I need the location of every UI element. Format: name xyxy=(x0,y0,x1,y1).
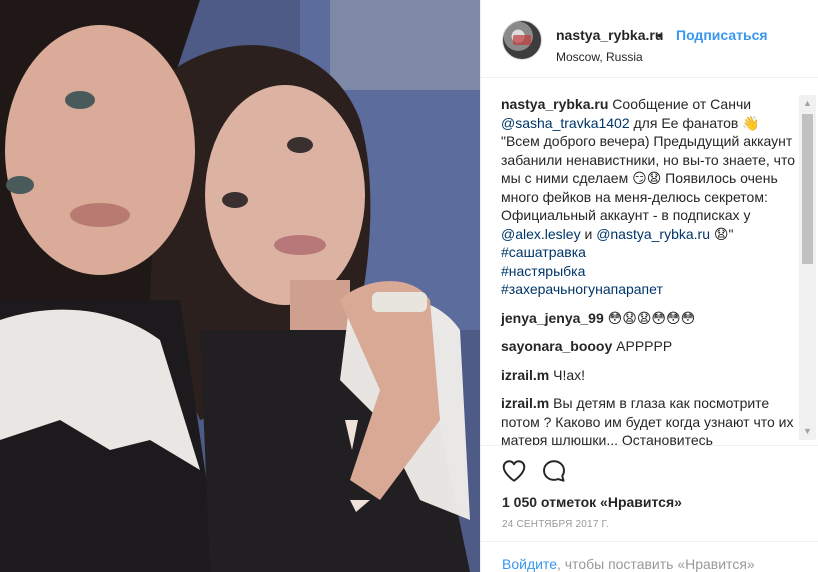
mention-link[interactable]: @nastya_rybka.ru xyxy=(596,226,710,242)
photo-illustration xyxy=(0,0,480,572)
post-header: nastya_rybka.ru • Подписаться Moscow, Ru… xyxy=(481,0,818,78)
caption-end: 😧" xyxy=(710,225,734,242)
caption-body: "Всем доброго вечера) Предыдущий аккаунт… xyxy=(501,133,796,223)
caption-and: и xyxy=(580,225,597,242)
mention-link[interactable]: @alex.lesley xyxy=(501,226,581,242)
comment-icon[interactable] xyxy=(541,458,569,486)
login-link[interactable]: Войдите xyxy=(502,556,557,572)
heart-icon-svg xyxy=(502,460,526,482)
caption-text-2: для Ее фанатов 👋 xyxy=(629,114,760,131)
comment-item: izrail.m Вы детям в глаза как посмотрите… xyxy=(501,394,801,445)
caption: nastya_rybka.ru Сообщение от Санчи @sash… xyxy=(501,95,801,299)
login-prompt-text: Войдите, чтобы поставить «Нравится» xyxy=(502,556,755,572)
comments-scroll-area[interactable]: nastya_rybka.ru Сообщение от Санчи @sash… xyxy=(501,95,801,445)
comment-username[interactable]: sayonara_boooy xyxy=(501,338,612,354)
comment-item: jenya_jenya_99 😳😧😧😳😳😳 xyxy=(501,309,801,328)
comment-item: sayonara_boooy АРРРРР xyxy=(501,337,801,356)
comment-icon-svg xyxy=(543,460,565,482)
avatar[interactable] xyxy=(502,20,542,60)
post-date: 24 СЕНТЯБРЯ 2017 Г. xyxy=(502,519,609,530)
likes-count[interactable]: 1 050 отметок «Нравится» xyxy=(502,494,682,510)
login-rest-text: , чтобы поставить «Нравится» xyxy=(556,556,755,572)
caption-username[interactable]: nastya_rybka.ru xyxy=(501,96,608,112)
mention-link[interactable]: @sasha_travka1402 xyxy=(501,115,630,131)
scroll-down-arrow-icon[interactable]: ▼ xyxy=(799,423,816,440)
comment-text: Ч!ах! xyxy=(549,366,586,383)
caption-text-1: Сообщение от Санчи xyxy=(608,96,752,112)
hashtag-link[interactable]: #сашатравка xyxy=(501,243,801,262)
separator-bullet: • xyxy=(657,27,662,43)
author-username[interactable]: nastya_rybka.ru xyxy=(556,27,663,43)
login-prompt: Войдите, чтобы поставить «Нравится» xyxy=(481,541,818,572)
post-photo[interactable] xyxy=(0,0,480,572)
hashtag-link[interactable]: #захерачьногунапарапет xyxy=(501,280,801,299)
scroll-up-arrow-icon[interactable]: ▲ xyxy=(799,95,816,112)
comments-scrollbar[interactable]: ▲ ▼ xyxy=(799,95,816,440)
scrollbar-thumb[interactable] xyxy=(802,114,813,264)
comment-text: АРРРРР xyxy=(612,338,673,354)
hashtag-link[interactable]: #настярыбка xyxy=(501,262,801,281)
comment-item: izrail.m Ч!ах! xyxy=(501,366,801,385)
comment-username[interactable]: jenya_jenya_99 xyxy=(501,310,604,326)
comments-section: nastya_rybka.ru Сообщение от Санчи @sash… xyxy=(481,79,818,445)
comment-username[interactable]: izrail.m xyxy=(501,395,549,411)
follow-button[interactable]: Подписаться xyxy=(676,27,768,43)
comment-username[interactable]: izrail.m xyxy=(501,367,549,383)
location-link[interactable]: Moscow, Russia xyxy=(556,50,643,64)
post-actions: 1 050 отметок «Нравится» 24 СЕНТЯБРЯ 201… xyxy=(481,445,818,530)
avatar-image xyxy=(513,35,531,45)
heart-icon[interactable] xyxy=(501,458,529,486)
comment-text: 😳😧😧😳😳😳 xyxy=(603,309,696,326)
post-sidebar: nastya_rybka.ru • Подписаться Moscow, Ru… xyxy=(480,0,818,572)
